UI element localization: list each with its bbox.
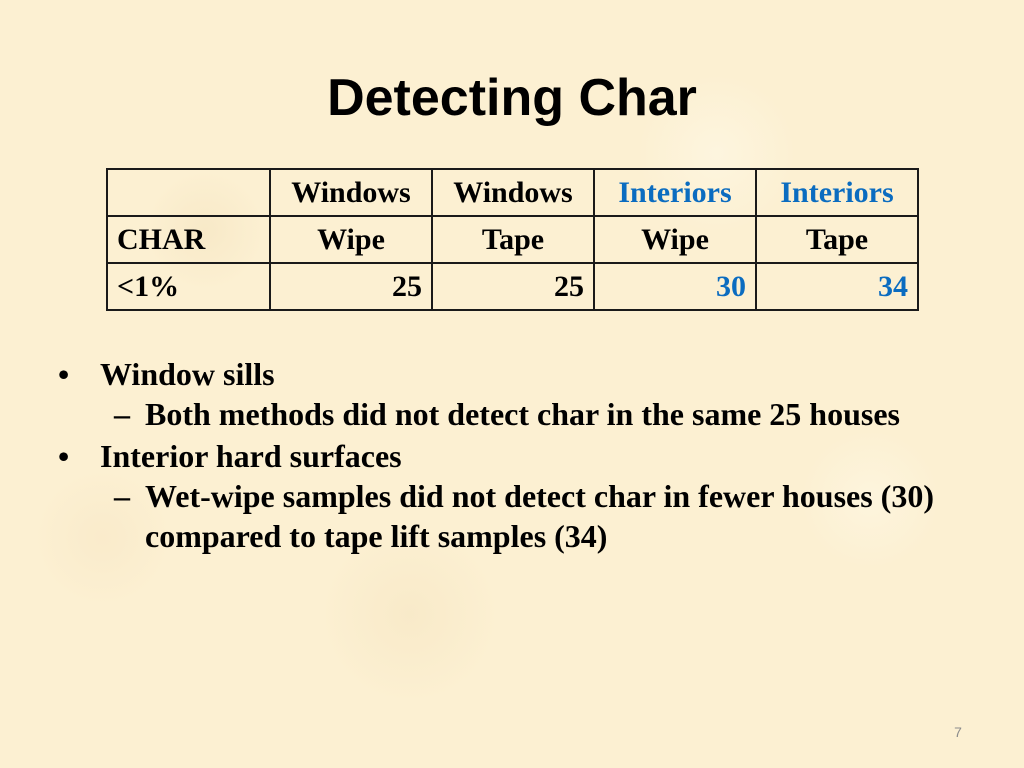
table-cell-value: 30	[593, 262, 757, 311]
table-row-label-threshold: <1%	[106, 262, 271, 311]
bullet-list: • Window sills – Both methods did not de…	[58, 352, 938, 556]
table-header-method-wipe: Wipe	[593, 215, 757, 264]
sub-bullet-text: Wet-wipe samples did not detect char in …	[145, 478, 934, 554]
table-cell-value: 34	[755, 262, 919, 311]
sub-bullet-item: – Wet-wipe samples did not detect char i…	[100, 476, 938, 556]
bullet-item: • Interior hard surfaces – Wet-wipe samp…	[58, 436, 938, 556]
table-cell-corner	[106, 168, 271, 217]
sub-bullet-text: Both methods did not detect char in the …	[145, 396, 900, 432]
table-cell-value: 25	[269, 262, 433, 311]
table-cell-value: 25	[431, 262, 595, 311]
table-row-label-char: CHAR	[106, 215, 271, 264]
bullet-text: Window sills	[100, 356, 275, 392]
sub-bullet-list: – Wet-wipe samples did not detect char i…	[100, 476, 938, 556]
sub-bullet-list: – Both methods did not detect char in th…	[100, 394, 938, 434]
table-header-method-tape: Tape	[431, 215, 595, 264]
table-row: <1% 25 25 30 34	[106, 262, 919, 311]
sub-bullet-item: – Both methods did not detect char in th…	[100, 394, 938, 434]
bullet-text: Interior hard surfaces	[100, 438, 402, 474]
table-header-row-location: Windows Windows Interiors Interiors	[106, 168, 919, 217]
dash-icon: –	[114, 478, 130, 514]
slide-title: Detecting Char	[327, 69, 697, 127]
dash-icon: –	[114, 396, 130, 432]
char-detection-table: Windows Windows Interiors Interiors CHAR…	[106, 168, 919, 311]
table-header-method-tape: Tape	[755, 215, 919, 264]
bullet-dot-icon: •	[58, 438, 70, 474]
table-header-interiors-wipe: Interiors	[593, 168, 757, 217]
table-header-windows-wipe: Windows	[269, 168, 433, 217]
table-header-row-method: CHAR Wipe Tape Wipe Tape	[106, 215, 919, 264]
table-header-windows-tape: Windows	[431, 168, 595, 217]
table-header-method-wipe: Wipe	[269, 215, 433, 264]
page-number: 7	[954, 724, 962, 740]
bullet-item: • Window sills – Both methods did not de…	[58, 354, 938, 434]
bullet-dot-icon: •	[58, 356, 70, 392]
table-header-interiors-tape: Interiors	[755, 168, 919, 217]
